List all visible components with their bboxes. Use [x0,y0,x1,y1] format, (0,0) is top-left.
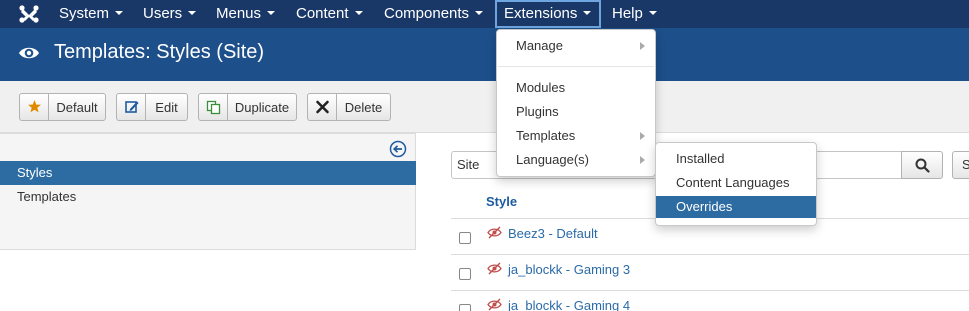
nav-label: Users [143,5,183,22]
edit-icon [117,94,146,120]
caret-down-icon [267,11,276,16]
nav-help[interactable]: Help [603,0,666,28]
caret-down-icon [583,11,592,16]
nav-components[interactable]: Components [375,0,492,28]
collapse-sidebar-icon[interactable] [389,140,407,158]
delete-button[interactable]: Delete [307,93,391,121]
menu-item-overrides[interactable]: Overrides [656,196,816,218]
caret-down-icon [648,11,657,16]
clear-button[interactable]: S [952,151,969,179]
row-checkbox[interactable] [459,232,471,244]
duplicate-button[interactable]: Duplicate [198,93,297,121]
caret-down-icon [188,11,197,16]
menu-item-installed[interactable]: Installed [656,148,816,170]
submenu-arrow-icon [640,156,645,164]
menu-item-manage[interactable]: Manage [497,35,655,57]
top-navbar: System Users Menus Content Components Ex… [0,0,969,28]
menu-item-label: Language(s) [516,152,589,167]
close-icon [308,94,337,120]
nav-system[interactable]: System [50,0,132,28]
default-button[interactable]: Default [19,93,106,121]
nav-label: Components [384,5,470,22]
row-checkbox[interactable] [459,268,471,280]
submenu-arrow-icon [640,132,645,140]
caret-down-icon [354,11,363,16]
joomla-logo-icon[interactable] [18,4,40,24]
style-link[interactable]: ja_blockk - Gaming 4 [508,298,630,311]
style-link[interactable]: ja_blockk - Gaming 3 [508,262,630,277]
edit-button[interactable]: Edit [116,93,188,121]
eye-close-icon[interactable] [487,298,502,311]
menu-item-modules[interactable]: Modules [497,77,655,99]
page-header: Templates: Styles (Site) [0,28,969,81]
edit-button-label: Edit [155,100,178,115]
submenu-arrow-icon [640,42,645,50]
nav-label: Content [296,5,349,22]
menu-item-languages[interactable]: Language(s) [497,149,655,171]
nav-label: Extensions [504,5,578,22]
eye-icon [19,47,39,59]
toolbar: Default Edit Duplicate Delete [0,81,969,133]
menu-item-plugins[interactable]: Plugins [497,101,655,123]
sidebar: Styles Templates [0,133,416,250]
nav-users[interactable]: Users [134,0,205,28]
nav-extensions[interactable]: Extensions [495,0,601,28]
nav-label: Menus [216,5,262,22]
nav-label: Help [612,5,643,22]
nav-content[interactable]: Content [287,0,372,28]
menu-divider [498,66,654,67]
menu-item-templates[interactable]: Templates [497,125,655,147]
column-header-style[interactable]: Style [486,194,517,209]
table-row: ja_blockk - Gaming 4 [451,290,969,311]
sidebar-item-templates[interactable]: Templates [0,185,416,209]
caret-down-icon [475,11,484,16]
extensions-dropdown-menu: Manage Modules Plugins Templates Languag… [496,29,656,177]
default-button-label: Default [56,100,98,115]
search-icon [915,158,930,173]
sidebar-item-styles[interactable]: Styles [0,161,416,185]
star-icon [20,94,49,120]
eye-close-icon[interactable] [487,226,502,239]
table-row: ja_blockk - Gaming 3 [451,254,969,290]
languages-submenu: Installed Content Languages Overrides [655,142,817,226]
eye-close-icon[interactable] [487,262,502,275]
nav-label: System [59,5,110,22]
menu-item-content-languages[interactable]: Content Languages [656,172,816,194]
row-checkbox[interactable] [459,304,471,311]
caret-down-icon [115,11,124,16]
nav-menus[interactable]: Menus [207,0,284,28]
duplicate-button-label: Duplicate [234,100,290,115]
page-title: Templates: Styles (Site) [54,41,265,63]
menu-item-label: Templates [516,128,576,143]
style-link[interactable]: Beez3 - Default [508,226,598,241]
copy-icon [199,94,228,120]
delete-button-label: Delete [344,100,383,115]
menu-item-label: Manage [516,38,563,53]
search-button[interactable] [901,151,943,179]
